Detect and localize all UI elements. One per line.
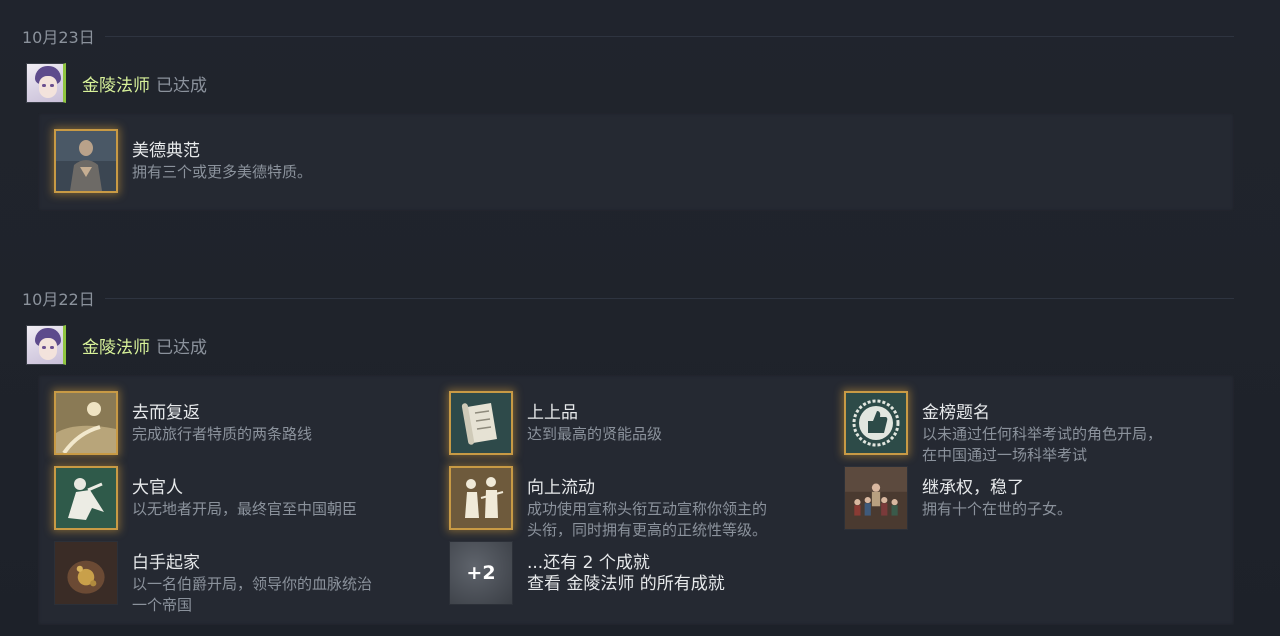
achievement-title: 白手起家 bbox=[132, 553, 200, 573]
username-link[interactable]: 金陵法师 bbox=[82, 71, 150, 96]
avatar[interactable] bbox=[26, 63, 66, 103]
achievement-item[interactable]: 大官人 以无地者开局，最终官至中国朝臣 bbox=[54, 466, 357, 530]
achievement-item[interactable]: 继承权，稳了 拥有十个在世的子女。 bbox=[844, 466, 1072, 530]
achievement-desc: 拥有十个在世的子女。 bbox=[922, 500, 1073, 518]
achievement-desc: 头衔，同时拥有更高的正统性等级。 bbox=[527, 521, 768, 539]
achievement-title: 向上流动 bbox=[527, 478, 595, 498]
date-label: 10月22日 bbox=[22, 290, 95, 309]
more-title: ...还有 2 个成就 bbox=[527, 553, 650, 573]
two-figures-icon bbox=[449, 466, 513, 530]
treasure-pouch-icon bbox=[54, 541, 118, 605]
action-label: 已达成 bbox=[156, 337, 207, 358]
user-row: 金陵法师 已达成 bbox=[26, 324, 207, 366]
achievement-item[interactable]: 去而复返 完成旅行者特质的两条路线 bbox=[54, 391, 312, 455]
achievement-desc: 达到最高的贤能品级 bbox=[527, 425, 663, 443]
username-link[interactable]: 金陵法师 bbox=[82, 333, 150, 358]
more-count: +2 bbox=[466, 562, 496, 584]
date-label: 10月23日 bbox=[22, 28, 95, 47]
sun-road-icon bbox=[54, 391, 118, 455]
achievement-item[interactable]: 美德典范 拥有三个或更多美德特质。 bbox=[54, 129, 312, 193]
achievement-desc: 拥有三个或更多美德特质。 bbox=[132, 163, 313, 181]
achievement-title: 大官人 bbox=[132, 478, 183, 498]
more-achievements[interactable]: +2 ...还有 2 个成就 查看 金陵法师 的所有成就 bbox=[449, 541, 725, 605]
avatar[interactable] bbox=[26, 325, 66, 365]
praying-monk-icon bbox=[54, 129, 118, 193]
action-label: 已达成 bbox=[156, 75, 207, 96]
achievement-item[interactable]: 向上流动 成功使用宣称头衔互动宣称你领主的 头衔，同时拥有更高的正统性等级。 bbox=[449, 466, 767, 541]
achievement-title: 上上品 bbox=[527, 403, 578, 423]
achievement-panel: 去而复返 完成旅行者特质的两条路线 大官人 以无地者开局，最终官至中国朝臣 白手… bbox=[38, 375, 1234, 625]
divider bbox=[104, 35, 1234, 37]
achievement-desc: 一个帝国 bbox=[132, 596, 193, 614]
achievement-title: 去而复返 bbox=[132, 403, 200, 423]
achievement-desc: 完成旅行者特质的两条路线 bbox=[132, 425, 313, 443]
achievement-item[interactable]: 白手起家 以一名伯爵开局，领导你的血脉统治 一个帝国 bbox=[54, 541, 372, 616]
achievement-desc: 以一名伯爵开局，领导你的血脉统治 bbox=[132, 575, 373, 593]
achievement-desc: 成功使用宣称头衔互动宣称你领主的 bbox=[527, 500, 768, 518]
official-figure-icon bbox=[54, 466, 118, 530]
achievement-desc: 以无地者开局，最终官至中国朝臣 bbox=[132, 500, 358, 518]
achievement-title: 继承权，稳了 bbox=[922, 478, 1024, 498]
children-group-icon bbox=[844, 466, 908, 530]
achievement-item[interactable]: 金榜题名 以未通过任何科举考试的角色开局， 在中国通过一场科举考试 bbox=[844, 391, 1162, 466]
achievement-title: 美德典范 bbox=[132, 141, 200, 161]
achievement-title: 金榜题名 bbox=[922, 403, 990, 423]
date-header: 10月22日 bbox=[22, 287, 1234, 309]
achievement-item[interactable]: 上上品 达到最高的贤能品级 bbox=[449, 391, 662, 455]
achievement-desc: 以未通过任何科举考试的角色开局， bbox=[922, 425, 1163, 443]
achievement-desc: 在中国通过一场科举考试 bbox=[922, 446, 1088, 464]
achievement-panel: 美德典范 拥有三个或更多美德特质。 bbox=[38, 113, 1234, 211]
divider bbox=[104, 297, 1234, 299]
more-count-tile: +2 bbox=[449, 541, 513, 605]
view-all-achievements-link[interactable]: 查看 金陵法师 的所有成就 bbox=[527, 574, 725, 595]
scroll-icon bbox=[449, 391, 513, 455]
user-row: 金陵法师 已达成 bbox=[26, 62, 207, 104]
date-header: 10月23日 bbox=[22, 25, 1234, 47]
thumbs-up-seal-icon bbox=[844, 391, 908, 455]
